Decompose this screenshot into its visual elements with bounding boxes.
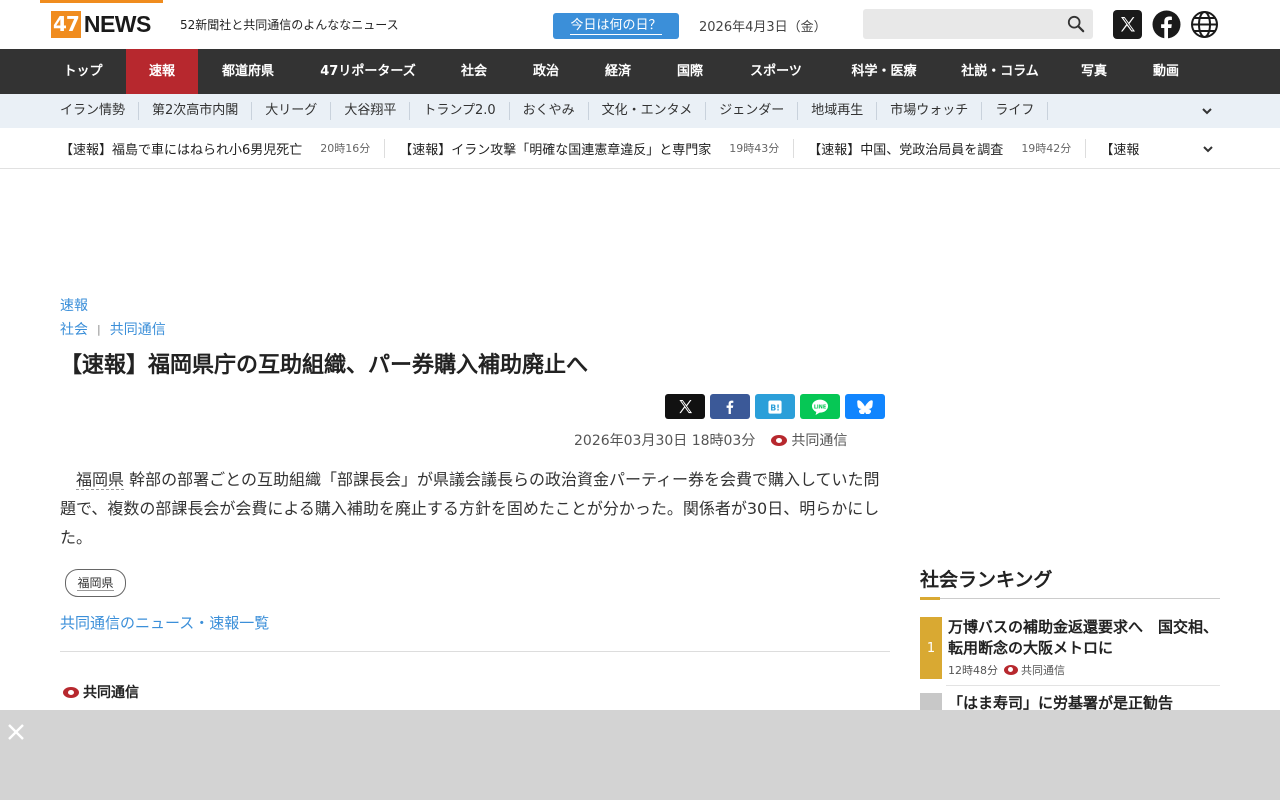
globe-language-icon[interactable]: [1190, 10, 1219, 39]
section-link[interactable]: 社会: [60, 319, 88, 339]
close-icon[interactable]: [6, 722, 26, 742]
nav-item[interactable]: 政治: [510, 49, 582, 94]
search-icon[interactable]: [1067, 15, 1085, 33]
ranking-headline: 万博バスの補助金返還要求へ 国交相、転用断念の大阪メトロに: [948, 618, 1219, 657]
ranking-time: 12時48分: [948, 664, 998, 677]
site-tagline: 52新聞社と共同通信のよんななニュース: [180, 18, 399, 32]
today-in-history-button[interactable]: 今日は何の日？: [553, 13, 679, 39]
topic-item[interactable]: ジェンダー: [706, 102, 799, 120]
ticker-item[interactable]: 【速報】福島で車にはねられ小6男児死亡 20時16分: [60, 138, 386, 158]
nav-item[interactable]: 速報: [126, 49, 198, 94]
facebook-icon[interactable]: [1152, 10, 1181, 39]
ticker-headline: 【速報】福島で車にはねられ小6男児死亡: [60, 142, 303, 158]
nav-item[interactable]: 国際: [654, 49, 726, 94]
source-link[interactable]: 共同通信: [110, 319, 166, 339]
ticker-headline: 【速報】中国、党政治局員を調査: [808, 142, 1004, 158]
breaking-news-ticker: 【速報】福島で車にはねられ小6男児死亡 20時16分 【速報】イラン攻撃「明確な国連…: [0, 128, 1280, 169]
tag-chip[interactable]: 福岡県: [65, 569, 126, 597]
article-body: 福岡県 幹部の部署ごとの互助組織「部課長会」が県議会議長らの政治資金パーティー券…: [60, 465, 890, 552]
ticker-headline: 【速報: [1100, 142, 1140, 158]
share-hatena-button[interactable]: B!: [755, 394, 795, 419]
category-link[interactable]: 速報: [60, 295, 88, 315]
logo-number: 47: [51, 11, 81, 38]
more-news-link[interactable]: 共同通信のニュース・速報一覧: [60, 612, 269, 633]
ticker-item[interactable]: 【速報: [1100, 139, 1153, 158]
article-meta: 2026年03月30日 18時03分 共同通信: [574, 430, 847, 450]
ticker-time: 19時43分: [729, 142, 780, 155]
kyodo-logo-icon: [1004, 665, 1018, 675]
topic-item[interactable]: 地域再生: [798, 102, 878, 120]
footer-source-label: 共同通信: [83, 685, 139, 701]
ranking-title: 社会ランキング: [920, 569, 1053, 591]
kyodo-logo-icon: [63, 686, 79, 698]
divider: [60, 651, 890, 652]
svg-text:LINE: LINE: [814, 404, 826, 410]
nav-item[interactable]: 47リポーターズ: [298, 49, 438, 94]
ticker-time: 20時16分: [320, 142, 371, 155]
nav-item[interactable]: 動画: [1130, 49, 1202, 94]
topic-item[interactable]: 第2次高市内閣: [139, 102, 253, 120]
article-datetime: 2026年03月30日 18時03分: [574, 433, 756, 449]
nav-item[interactable]: 科学・医療: [826, 49, 942, 94]
nav-item[interactable]: 都道府県: [198, 49, 298, 94]
ticker-headline: 【速報】イラン攻撃「明確な国連憲章違反」と専門家: [399, 142, 712, 158]
hatena-bookmark-icon: B!: [768, 399, 782, 414]
ad-overlay-banner: [0, 710, 1280, 800]
ticker-expand-chevron-icon[interactable]: [1201, 142, 1215, 156]
nav-item[interactable]: トップ: [40, 49, 126, 94]
nav-item[interactable]: 社会: [438, 49, 510, 94]
topic-item[interactable]: 市場ウォッチ: [877, 102, 983, 120]
breadcrumb-separator: |: [97, 322, 101, 336]
tag-label: 福岡県: [77, 575, 114, 591]
topic-item[interactable]: 大リーグ: [252, 102, 332, 120]
ticker-item[interactable]: 【速報】イラン攻撃「明確な国連憲章違反」と専門家 19時43分: [399, 138, 795, 158]
kyodo-logo-icon: [771, 434, 788, 446]
article-headline: 【速報】福岡県庁の互助組織、パー券購入補助廃止へ: [60, 353, 589, 378]
line-icon: LINE: [812, 399, 828, 415]
topic-item[interactable]: 大谷翔平: [331, 102, 411, 120]
today-button-label: 今日は何の日？: [570, 17, 662, 35]
svg-text:B!: B!: [770, 403, 780, 412]
share-facebook-button[interactable]: [710, 394, 750, 419]
topic-navigation: イラン情勢 第2次高市内閣 大リーグ 大谷翔平 トランプ2.0 おくやみ 文化・エンタメ ジェ…: [0, 94, 1280, 128]
topic-item[interactable]: おくやみ: [510, 102, 589, 120]
nav-item[interactable]: 社説・コラム: [942, 49, 1058, 94]
topic-item[interactable]: ライフ: [982, 102, 1049, 120]
topic-item[interactable]: 文化・エンタメ: [589, 102, 707, 120]
article-source: 共同通信: [791, 433, 848, 449]
ranking-source: 共同通信: [1021, 664, 1065, 677]
site-logo[interactable]: 47 NEWS: [51, 11, 151, 38]
ranking-separator: [946, 685, 1220, 686]
share-bluesky-button[interactable]: [845, 394, 885, 419]
nav-item[interactable]: スポーツ: [726, 49, 826, 94]
share-buttons: B! LINE: [665, 394, 885, 419]
facebook-f-icon: [726, 400, 734, 414]
x-twitter-icon[interactable]: [1113, 10, 1142, 39]
topic-item[interactable]: イラン情勢: [47, 102, 140, 120]
main-navigation: トップ 速報 都道府県 47リポーターズ 社会 政治 経済 国際 スポーツ 科学・医療 社説・コラム…: [0, 49, 1280, 94]
share-line-button[interactable]: LINE: [800, 394, 840, 419]
current-date: 2026年4月3日（金）: [699, 20, 827, 35]
share-x-button[interactable]: [665, 394, 705, 419]
nav-item[interactable]: 写真: [1058, 49, 1130, 94]
body-keyword-link[interactable]: 福岡県: [76, 470, 125, 490]
ranking-item-1[interactable]: 1 万博バスの補助金返還要求へ 国交相、転用断念の大阪メトロに 12時48分 共…: [920, 617, 1220, 679]
search-box[interactable]: [863, 9, 1093, 39]
article-breadcrumb: 社会 | 共同通信: [60, 319, 166, 339]
logo-text: NEWS: [83, 11, 152, 37]
topic-item[interactable]: トランプ2.0: [410, 102, 510, 120]
nav-item[interactable]: 経済: [582, 49, 654, 94]
top-accent-line: [40, 0, 163, 3]
rank-number-badge: 1: [920, 617, 942, 679]
ranking-meta: 12時48分 共同通信: [948, 662, 1220, 678]
search-input[interactable]: [863, 9, 1073, 39]
ticker-time: 19時42分: [1021, 142, 1072, 155]
x-icon: [678, 399, 692, 414]
bluesky-butterfly-icon: [857, 399, 873, 414]
ranking-title-underline: [920, 597, 1220, 600]
body-text: 幹部の部署ごとの互助組織「部課長会」が県議会議長らの政治資金パーティー券を会費で…: [60, 470, 880, 547]
chevron-down-icon[interactable]: [1200, 104, 1214, 118]
footer-source: 共同通信: [63, 682, 139, 702]
ticker-item[interactable]: 【速報】中国、党政治局員を調査 19時42分: [808, 138, 1087, 158]
